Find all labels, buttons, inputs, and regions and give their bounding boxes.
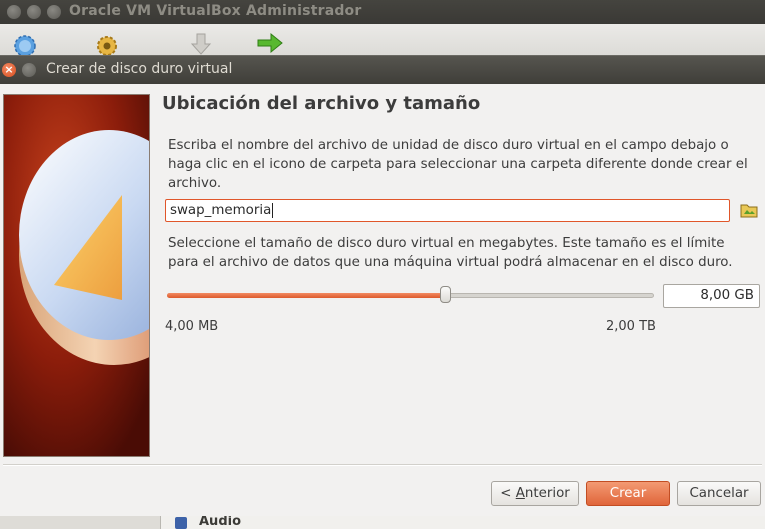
minimize-window-icon[interactable] <box>27 5 41 19</box>
size-range-min: 4,00 MB <box>165 319 219 334</box>
file-instructions: Escriba el nombre del archivo de unidad … <box>168 138 748 191</box>
start-icon[interactable] <box>255 30 285 56</box>
previous-button[interactable]: < Anterior <box>491 481 579 506</box>
discard-icon[interactable] <box>186 30 216 56</box>
disk-size-slider-handle[interactable] <box>439 286 451 303</box>
previous-label: nterior <box>524 486 570 501</box>
details-panel: Audio <box>0 514 765 529</box>
disk-size-slider-fill <box>167 293 445 298</box>
audio-section: Audio <box>160 514 765 529</box>
audio-section-title: Audio <box>199 514 242 529</box>
size-instructions: Seleccione el tamaño de disco duro virtu… <box>168 236 733 270</box>
main-window-titlebar: Oracle VM VirtualBox Administrador <box>0 0 765 24</box>
dialog-titlebar: × Crear de disco duro virtual <box>0 55 765 84</box>
size-range-max: 2,00 TB <box>606 319 656 334</box>
main-toolbar <box>0 24 765 56</box>
minimize-icon[interactable] <box>22 63 36 77</box>
create-virtual-disk-dialog: × Crear de disco duro virtual Ubicación … <box>0 55 765 516</box>
audio-icon <box>175 517 187 529</box>
wizard-side-image <box>3 94 150 457</box>
file-name-value: swap_memoria <box>170 203 272 218</box>
file-name-input[interactable]: swap_memoria <box>165 199 730 222</box>
disk-size-input[interactable]: 8,00 GB <box>663 284 760 308</box>
button-separator <box>3 464 762 466</box>
main-window-title: Oracle VM VirtualBox Administrador <box>69 3 362 19</box>
previous-accelerator: A <box>515 486 525 501</box>
new-machine-icon[interactable] <box>10 30 40 56</box>
dialog-title: Crear de disco duro virtual <box>46 61 233 77</box>
close-icon[interactable]: × <box>2 63 16 77</box>
create-button[interactable]: Crear <box>586 481 670 506</box>
previous-prefix: < <box>500 486 516 501</box>
folder-icon[interactable] <box>740 202 758 218</box>
maximize-window-icon[interactable] <box>47 5 61 19</box>
cancel-button[interactable]: Cancelar <box>677 481 761 506</box>
page-title: Ubicación del archivo y tamaño <box>162 93 481 114</box>
settings-icon[interactable] <box>92 30 122 56</box>
text-cursor <box>272 202 274 218</box>
close-window-icon[interactable] <box>7 5 21 19</box>
